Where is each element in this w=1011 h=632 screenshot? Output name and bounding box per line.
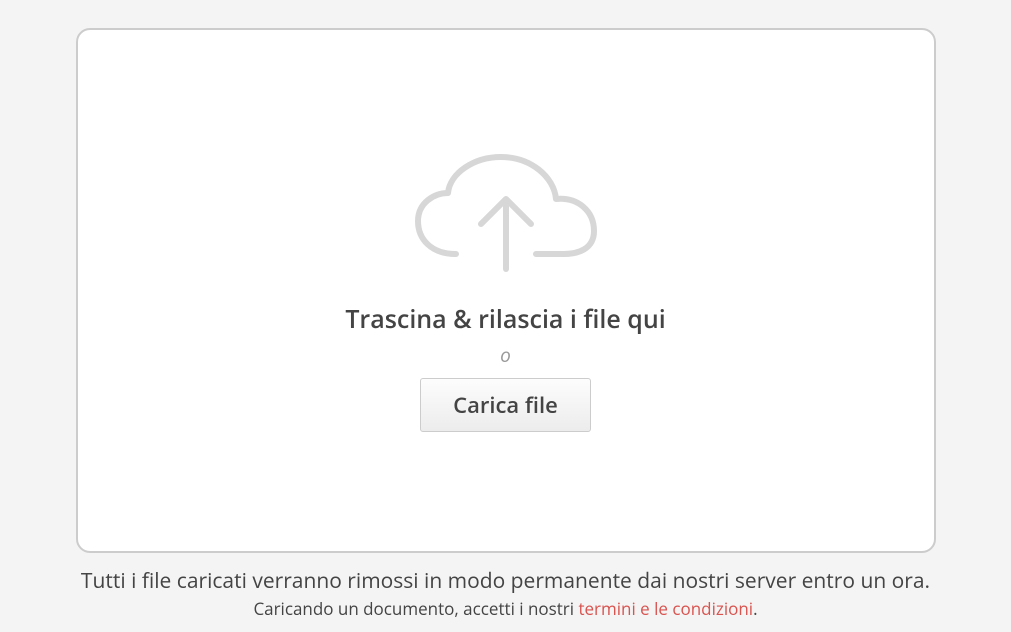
or-label: o (500, 342, 511, 368)
cloud-upload-icon (406, 149, 606, 284)
terms-link[interactable]: termini e le condizioni (578, 597, 753, 620)
drag-drop-label: Trascina & rilascia i file qui (345, 302, 665, 336)
notice-terms-suffix: . (753, 597, 757, 620)
notice-terms-text: Caricando un documento, accetti i nostri… (81, 597, 930, 620)
notice-terms-prefix: Caricando un documento, accetti i nostri (253, 597, 578, 620)
notice-removal-text: Tutti i file caricati verranno rimossi i… (81, 567, 930, 595)
notice-block: Tutti i file caricati verranno rimossi i… (81, 567, 930, 620)
file-dropzone[interactable]: Trascina & rilascia i file qui o Carica … (76, 28, 936, 553)
upload-file-button[interactable]: Carica file (420, 378, 591, 432)
